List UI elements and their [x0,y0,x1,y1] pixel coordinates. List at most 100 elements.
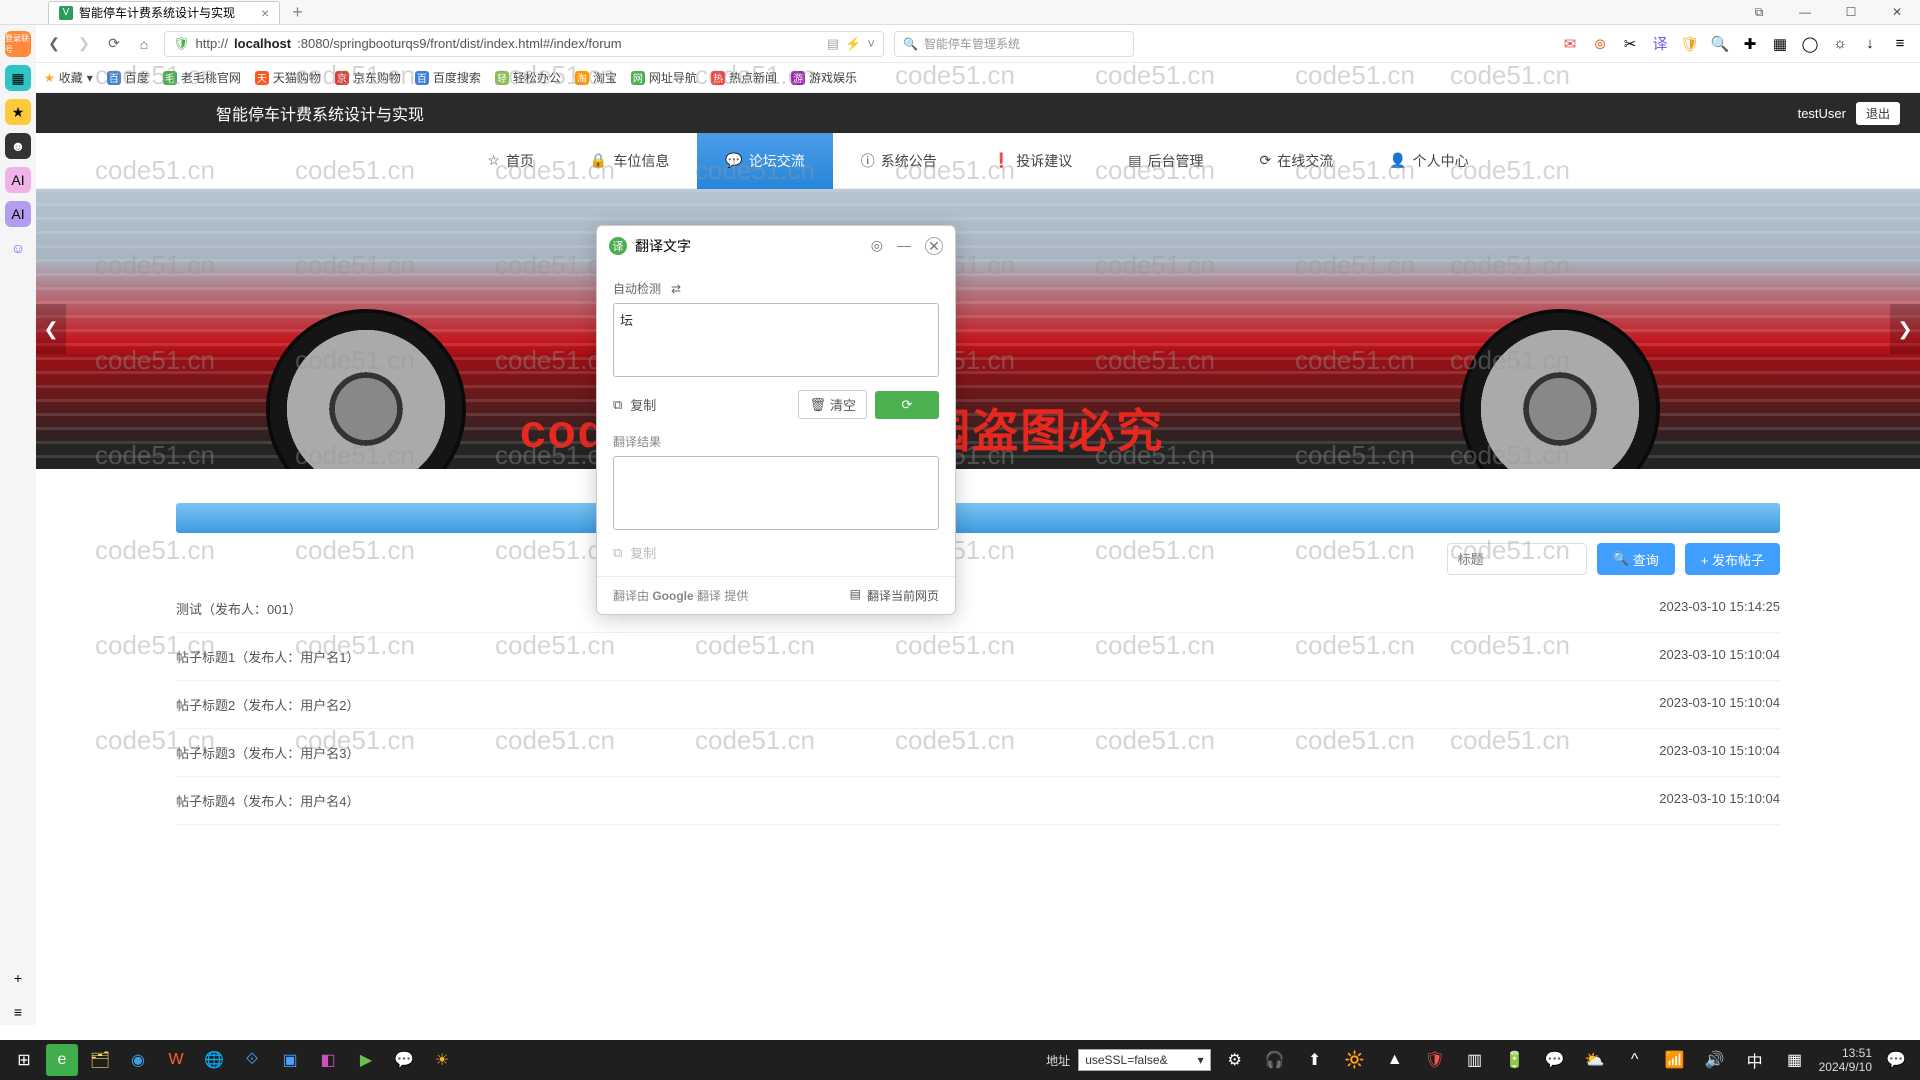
new-tab-button[interactable]: + [292,2,303,23]
search-ext-icon[interactable]: 🔍 [1708,32,1732,56]
tray-icon[interactable]: ⛅ [1579,1044,1611,1076]
notifications-icon[interactable]: 💬 [1880,1044,1912,1076]
nav-profile[interactable]: 👤 个人中心 [1361,133,1496,189]
app-icon[interactable]: W [160,1044,192,1076]
wechat-icon[interactable]: 💬 [388,1044,420,1076]
bookmark-item[interactable]: 京京东购物 [335,69,401,86]
taskbar-app[interactable]: e [46,1044,78,1076]
tray-icon[interactable]: ⬆ [1299,1044,1331,1076]
post-row[interactable]: 帖子标题4（发布人：用户名4）2023-03-10 15:10:04 [176,777,1780,825]
bookmark-item[interactable]: 天天猫购物 [255,69,321,86]
sidebar-app-4[interactable]: AI [5,167,31,193]
tray-icon[interactable]: 🔆 [1339,1044,1371,1076]
bookmark-item[interactable]: 毛老毛桃官网 [163,69,241,86]
ime-icon[interactable]: 中 [1739,1044,1771,1076]
query-button[interactable]: 🔍查询 [1597,543,1675,575]
nav-forum[interactable]: 💬 论坛交流 [697,133,832,189]
popup-close[interactable]: ✕ [925,237,943,255]
title-search-input[interactable] [1447,543,1587,575]
translate-ext-icon[interactable]: 译 [1648,32,1672,56]
nav-chat[interactable]: ⟳ 在线交流 [1231,133,1361,189]
tray-icon[interactable]: ⚙ [1219,1044,1251,1076]
volume-icon[interactable]: 🔊 [1699,1044,1731,1076]
sidebar-add[interactable]: + [5,965,31,991]
browser-tab[interactable]: V 智能停车计费系统设计与实现 × [48,1,280,24]
nav-complaint[interactable]: ❗ 投诉建议 [965,133,1100,189]
tray-icon[interactable]: ^ [1619,1044,1651,1076]
browser-search[interactable]: 🔍 智能停车管理系统 [894,31,1134,57]
bookmark-item[interactable]: 热热点新闻 [711,69,777,86]
carousel-next[interactable]: ❯ [1890,304,1920,354]
menu-icon[interactable]: ≡ [1888,32,1912,56]
translate-go-button[interactable]: ⟳ [875,391,939,419]
tray-icon[interactable]: ▦ [1779,1044,1811,1076]
tray-icon[interactable]: 🔋 [1499,1044,1531,1076]
translate-page-button[interactable]: ▤ 翻译当前网页 [850,587,939,604]
bookmark-item[interactable]: 网网址导航 [631,69,697,86]
target-icon[interactable]: ◎ [871,237,883,255]
vscode-icon[interactable]: ⟐ [236,1044,268,1076]
sidebar-app-2[interactable]: ★ [5,99,31,125]
puzzle-icon[interactable]: ✚ [1738,32,1762,56]
mail-icon[interactable]: ✉ [1558,32,1582,56]
bookmark-item[interactable]: 淘淘宝 [575,69,617,86]
chevron-down-icon[interactable]: ˅ [867,36,875,51]
close-button[interactable]: ✕ [1874,0,1920,25]
edge-icon[interactable]: ◉ [122,1044,154,1076]
post-row[interactable]: 帖子标题3（发布人：用户名3）2023-03-10 15:10:04 [176,729,1780,777]
explorer-icon[interactable]: 🗂 [84,1044,116,1076]
download-icon[interactable]: ↓ [1858,32,1882,56]
sidebar-app-5[interactable]: AI [5,201,31,227]
nav-parking[interactable]: 🔒 车位信息 [562,133,697,189]
start-button[interactable]: ⊞ [8,1044,40,1076]
address-dropdown[interactable]: useSSL=false&▾ [1078,1049,1210,1071]
language-selector[interactable]: 自动检测 ⇄ [613,274,939,303]
clear-button[interactable]: 🗑 清空 [798,390,867,419]
post-row[interactable]: 帖子标题1（发布人：用户名1）2023-03-10 15:10:04 [176,633,1780,681]
bookmark-item[interactable]: 百百度 [107,69,149,86]
minimize-button[interactable]: — [1782,0,1828,25]
app-icon[interactable]: ◧ [312,1044,344,1076]
translate-input[interactable] [613,303,939,377]
bookmark-item[interactable]: 百百度搜索 [415,69,481,86]
apps-icon[interactable]: ▦ [1768,32,1792,56]
scissors-icon[interactable]: ✂ [1618,32,1642,56]
chrome-icon[interactable]: 🌐 [198,1044,230,1076]
tray-icon[interactable]: 🎧 [1259,1044,1291,1076]
tray-icon[interactable]: 🛡 [1419,1044,1451,1076]
maximize-button[interactable]: ☐ [1828,0,1874,25]
nav-admin[interactable]: ▤ 后台管理 [1100,133,1231,189]
tray-icon[interactable]: 💬 [1539,1044,1571,1076]
sidebar-app-1[interactable]: ▦ [5,65,31,91]
nav-home[interactable]: ☆ 首页 [459,133,562,189]
sidebar-app-3[interactable]: ☻ [5,133,31,159]
circle-icon[interactable]: ◯ [1798,32,1822,56]
shield-ext-icon[interactable]: 🛡 [1678,32,1702,56]
bookmark-item[interactable]: 游游戏娱乐 [791,69,857,86]
home-button[interactable]: ⌂ [134,34,154,54]
bookmarks-label[interactable]: ★收藏 ▾ [44,69,93,86]
weibo-icon[interactable]: ⊚ [1588,32,1612,56]
qr-icon[interactable]: ▤ [827,36,839,52]
sidebar-menu[interactable]: ≡ [5,999,31,1025]
forward-button[interactable]: ❯ [74,34,94,54]
translate-output[interactable] [613,456,939,530]
new-post-button[interactable]: + 发布帖子 [1685,543,1780,575]
tab-close-icon[interactable]: × [261,5,269,21]
gear-icon[interactable]: ☼ [1828,32,1852,56]
logout-button[interactable]: 退出 [1856,102,1900,125]
app-icon[interactable]: ☀ [426,1044,458,1076]
nav-notice[interactable]: ⓘ 系统公告 [833,133,965,189]
tray-icon[interactable]: ▥ [1459,1044,1491,1076]
bookmark-item[interactable]: 轻轻松办公 [495,69,561,86]
post-row[interactable]: 帖子标题2（发布人：用户名2）2023-03-10 15:10:04 [176,681,1780,729]
app-icon[interactable]: ▶ [350,1044,382,1076]
reload-button[interactable]: ⟳ [104,34,124,54]
wifi-icon[interactable]: 📶 [1659,1044,1691,1076]
sidebar-badge[interactable]: 登录联号 [5,31,31,57]
carousel-prev[interactable]: ❮ [36,304,66,354]
swap-icon[interactable]: ⇄ [671,282,681,296]
app-icon[interactable]: ▣ [274,1044,306,1076]
flash-icon[interactable]: ⚡ [845,36,861,52]
copy-icon[interactable]: ⧉ [613,397,622,413]
